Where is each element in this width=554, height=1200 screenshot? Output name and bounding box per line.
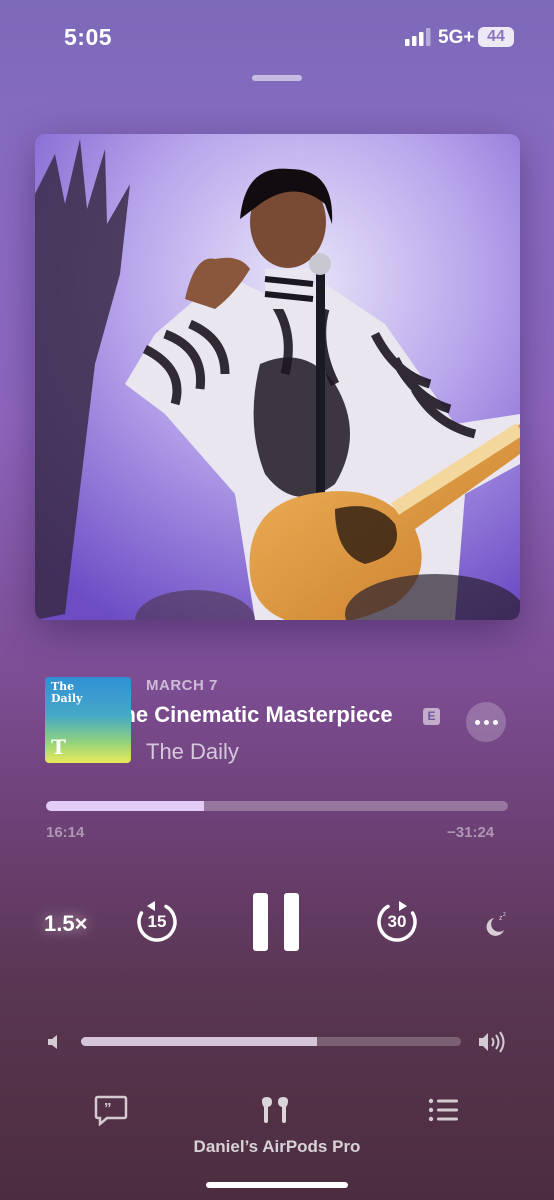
svg-text:z: z — [503, 912, 506, 918]
volume-slider-fill — [81, 1037, 317, 1046]
volume-high-icon — [479, 1031, 505, 1053]
nyt-logo-icon: T — [51, 735, 66, 759]
skip-forward-label: 30 — [387, 912, 407, 931]
show-name[interactable]: The Daily — [146, 739, 239, 765]
volume-low-icon — [48, 1035, 57, 1049]
album-artwork — [35, 134, 520, 620]
thumbnail-title: The Daily — [51, 680, 83, 705]
skip-back-button[interactable]: 15 — [134, 899, 180, 945]
battery-icon: 44 — [478, 27, 514, 47]
pause-button[interactable] — [253, 893, 299, 951]
skip-back-label: 15 — [147, 912, 167, 931]
output-device-label[interactable]: Daniel’s AirPods Pro — [0, 1137, 554, 1157]
episode-title-marquee[interactable]: The Cinematic Masterpiece — [131, 702, 418, 734]
volume-slider[interactable] — [81, 1037, 461, 1046]
remaining-time: −31:24 — [447, 824, 495, 841]
network-type: 5G+ — [438, 27, 475, 48]
more-icon-dot — [492, 719, 498, 725]
airpods-icon[interactable] — [258, 1095, 292, 1127]
home-indicator[interactable] — [206, 1182, 348, 1188]
pause-icon-bar — [284, 893, 299, 951]
explicit-badge: E — [423, 708, 440, 725]
episode-title: The Cinematic Masterpiece — [131, 702, 393, 727]
playback-progress-fill — [46, 801, 204, 811]
episode-date: MARCH 7 — [146, 677, 218, 694]
sleep-timer-icon[interactable]: z z — [482, 910, 510, 938]
svg-text:”: ” — [104, 1100, 112, 1117]
more-button[interactable] — [466, 702, 506, 742]
sheet-grabber[interactable] — [252, 75, 302, 81]
more-icon-dot — [483, 719, 489, 725]
pause-icon — [253, 893, 268, 951]
status-time: 5:05 — [64, 24, 113, 50]
playback-scrubber[interactable] — [46, 801, 508, 811]
signal-bars-icon — [405, 28, 431, 46]
playback-speed-button[interactable]: 1.5× — [44, 911, 87, 937]
skip-forward-button[interactable]: 30 — [374, 899, 420, 945]
podcast-thumbnail[interactable]: The Daily T — [45, 677, 131, 763]
queue-list-icon[interactable] — [427, 1095, 461, 1127]
transcript-icon[interactable]: ” — [94, 1094, 128, 1126]
elapsed-time: 16:14 — [46, 824, 85, 841]
more-icon — [474, 719, 480, 725]
